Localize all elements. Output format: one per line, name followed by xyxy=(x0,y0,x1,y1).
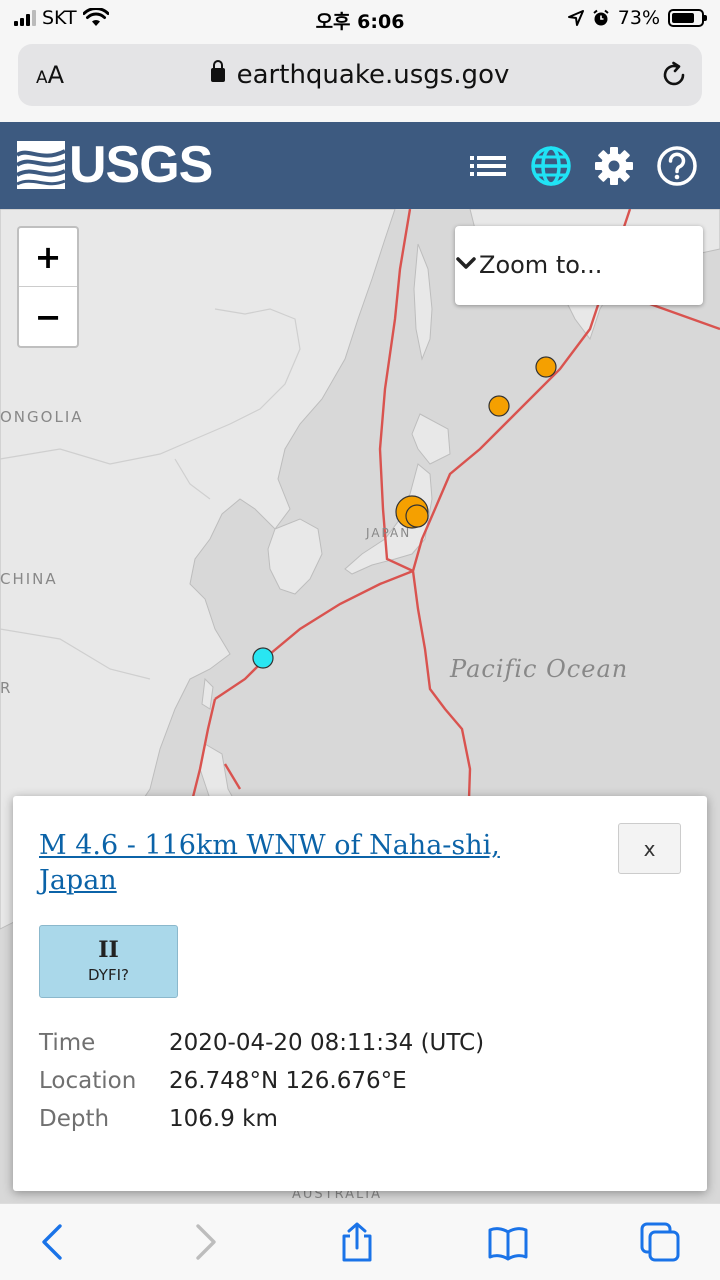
share-icon[interactable] xyxy=(337,1222,377,1262)
zoom-control: + − xyxy=(17,226,79,348)
close-button[interactable]: x xyxy=(618,823,681,874)
url-text: earthquake.usgs.gov xyxy=(236,60,510,90)
usgs-logo[interactable]: USGS xyxy=(17,136,213,194)
chevron-down-icon xyxy=(456,257,476,269)
browser-toolbar xyxy=(0,1203,720,1280)
tabs-icon[interactable] xyxy=(640,1222,680,1262)
address-bar[interactable]: AA earthquake.usgs.gov xyxy=(18,44,702,106)
status-right: 73% xyxy=(567,7,707,29)
quake-marker-older[interactable] xyxy=(535,356,557,378)
url-display[interactable]: earthquake.usgs.gov xyxy=(18,60,702,90)
quake-marker-older[interactable] xyxy=(405,504,429,528)
earthquake-title-link[interactable]: M 4.6 - 116km WNW of Naha-shi, Japan xyxy=(39,828,579,898)
battery-icon xyxy=(668,9,707,27)
usgs-wave-icon xyxy=(17,141,65,189)
detail-value: 106.9 km xyxy=(169,1106,278,1132)
earthquake-popup: M 4.6 - 116km WNW of Naha-shi, Japan x I… xyxy=(13,796,707,1191)
help-icon[interactable] xyxy=(655,144,699,188)
usgs-logo-text: USGS xyxy=(69,136,213,194)
browser-bar: AA earthquake.usgs.gov xyxy=(0,40,720,122)
alarm-icon xyxy=(593,9,609,26)
quake-marker-recent[interactable] xyxy=(252,647,274,669)
zoom-to-label: Zoom to... xyxy=(479,251,603,279)
reload-icon[interactable] xyxy=(658,59,690,91)
zoom-in-button[interactable]: + xyxy=(19,228,77,287)
dyfi-badge[interactable]: II DYFI? xyxy=(39,925,178,998)
battery-percent: 73% xyxy=(617,7,660,29)
detail-row-location: Location 26.748°N 126.676°E xyxy=(39,1068,407,1094)
detail-value: 2020-04-20 08:11:34 (UTC) xyxy=(169,1030,485,1056)
dyfi-label: DYFI? xyxy=(88,966,129,984)
map-label-r: R xyxy=(0,679,13,697)
map-label-china: CHINA xyxy=(0,570,58,588)
bookmarks-icon[interactable] xyxy=(488,1222,528,1262)
detail-key: Time xyxy=(39,1030,96,1056)
gear-icon[interactable] xyxy=(592,144,636,188)
detail-key: Location xyxy=(39,1068,137,1094)
lock-icon xyxy=(210,60,225,82)
zoom-out-button[interactable]: − xyxy=(19,287,77,346)
detail-row-time: Time 2020-04-20 08:11:34 (UTC) xyxy=(39,1030,484,1056)
map-label-pacific-ocean: Pacific Ocean xyxy=(450,655,629,683)
dyfi-intensity: II xyxy=(98,937,119,963)
quake-marker-older[interactable] xyxy=(488,395,510,417)
usgs-header: USGS xyxy=(0,122,720,209)
status-bar: SKT 오후 6:06 73% xyxy=(0,0,720,40)
location-arrow-icon xyxy=(567,10,584,26)
detail-value: 26.748°N 126.676°E xyxy=(169,1068,407,1094)
map-label-japan: JAPAN xyxy=(366,526,412,540)
detail-key: Depth xyxy=(39,1106,110,1132)
list-icon[interactable] xyxy=(466,144,510,188)
detail-row-depth: Depth 106.9 km xyxy=(39,1106,278,1132)
zoom-to-dropdown[interactable]: Zoom to... xyxy=(455,226,703,305)
forward-icon[interactable] xyxy=(184,1222,224,1262)
globe-icon[interactable] xyxy=(529,144,573,188)
back-icon[interactable] xyxy=(34,1222,74,1262)
map-label-mongolia: ONGOLIA xyxy=(0,408,84,426)
